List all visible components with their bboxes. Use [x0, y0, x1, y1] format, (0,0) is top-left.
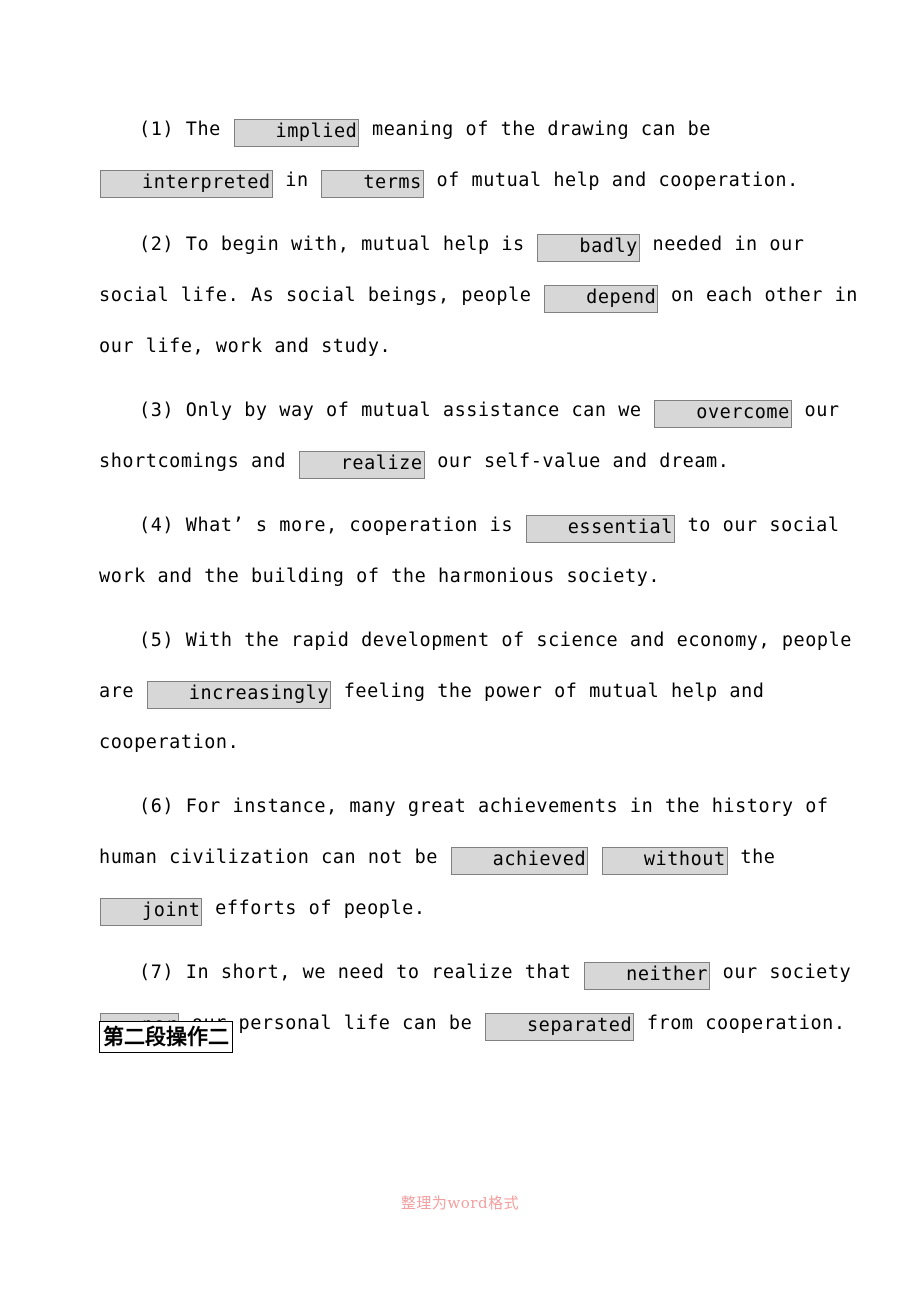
highlighted-word: overcome [654, 400, 792, 428]
highlighted-word: neither [584, 962, 710, 990]
paragraph-text: The [174, 119, 233, 140]
paragraph-text: What’ s more, cooperation is [174, 515, 525, 536]
section-heading-container: 第二段操作二 [99, 1021, 233, 1053]
page-watermark: 整理为word格式 [400, 1194, 520, 1212]
paragraph-number: (6) [139, 796, 175, 817]
highlighted-word: separated [484, 1013, 635, 1041]
paragraph-text: our society [710, 962, 852, 983]
highlighted-word: badly [537, 234, 640, 262]
paragraph: (2) To begin with, mutual help is badly … [99, 219, 861, 372]
highlighted-word: terms [321, 170, 424, 198]
highlighted-word: achieved [450, 847, 589, 875]
section-heading: 第二段操作二 [99, 1021, 233, 1053]
highlighted-word: without [601, 847, 728, 875]
highlighted-word: joint [100, 898, 203, 926]
paragraph-number: (3) [139, 400, 175, 421]
paragraph-number: (4) [139, 515, 175, 536]
paragraph-text: of mutual help and cooperation. [424, 170, 799, 191]
paragraph-text: meaning of the drawing can be [360, 119, 711, 140]
paragraph-text: In short, we need to realize that [174, 962, 584, 983]
paragraph-number: (1) [139, 119, 175, 140]
paragraph-text: efforts of people. [203, 898, 426, 919]
paragraph: (5) With the rapid development of scienc… [99, 615, 861, 768]
paragraph: (4) What’ s more, cooperation is essenti… [99, 500, 861, 602]
paragraph: (1) The implied meaning of the drawing c… [99, 104, 861, 206]
highlighted-word: essential [525, 515, 675, 543]
highlighted-word: increasingly [146, 681, 332, 709]
highlighted-word: interpreted [100, 170, 273, 198]
paragraph: (3) Only by way of mutual assistance can… [99, 385, 861, 487]
paragraph-number: (7) [139, 962, 175, 983]
highlighted-word: realize [298, 451, 425, 479]
paragraph-text: To begin with, mutual help is [174, 234, 537, 255]
paragraph-text: the [728, 847, 776, 868]
highlighted-word: depend [544, 285, 659, 313]
paragraph-number: (2) [139, 234, 175, 255]
paragraph-text: our self-value and dream. [425, 451, 730, 472]
document-body: (1) The implied meaning of the drawing c… [99, 104, 861, 1062]
highlighted-word: implied [233, 119, 360, 147]
paragraph-text: in [273, 170, 321, 191]
paragraph-number: (5) [139, 630, 175, 651]
document-page: (1) The implied meaning of the drawing c… [0, 0, 920, 1300]
paragraph-text: from cooperation. [635, 1013, 846, 1034]
paragraph: (6) For instance, many great achievement… [99, 781, 861, 934]
paragraph-text [589, 847, 601, 868]
paragraph-text: Only by way of mutual assistance can we [174, 400, 654, 421]
